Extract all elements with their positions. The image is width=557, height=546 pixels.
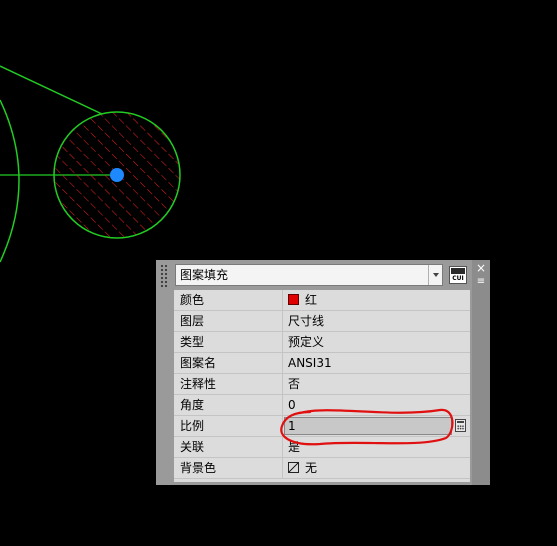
property-value[interactable]: 红 <box>288 290 466 310</box>
color-swatch-icon <box>288 294 299 305</box>
property-value[interactable]: 无 <box>288 458 466 478</box>
cui-label: CUI <box>452 275 464 282</box>
property-name: 注释性 <box>180 377 217 391</box>
property-name: 图案名 <box>180 356 217 370</box>
property-value[interactable]: ANSI31 <box>288 353 466 373</box>
properties-palette: 图案填充 CUI × ≡ 颜色 红 图层 尺寸线 类型 预定义 图案名 ANSI… <box>156 260 490 485</box>
property-row-pattern-name[interactable]: 图案名 ANSI31 <box>174 353 470 374</box>
property-name: 背景色 <box>180 461 217 475</box>
property-row-associative[interactable]: 关联 是 <box>174 437 470 458</box>
palette-titlebar[interactable]: × ≡ <box>472 260 490 485</box>
property-value[interactable]: 0 <box>288 395 466 415</box>
large-circle-arc-edge[interactable] <box>0 99 20 263</box>
property-value[interactable]: 是 <box>288 437 466 457</box>
property-row-annotative[interactable]: 注释性 否 <box>174 374 470 395</box>
no-fill-icon <box>288 462 299 473</box>
object-type-selector[interactable]: 图案填充 <box>175 264 443 286</box>
calculator-icon[interactable] <box>455 419 466 432</box>
property-name: 角度 <box>180 398 205 412</box>
close-icon[interactable]: × <box>476 262 486 274</box>
tangent-line[interactable] <box>0 65 103 115</box>
property-value[interactable]: 尺寸线 <box>288 311 466 331</box>
property-row-scale[interactable]: 比例 1 <box>174 416 470 437</box>
property-name: 比例 <box>180 419 205 433</box>
grip-dots-icon <box>160 264 168 288</box>
chevron-down-icon[interactable] <box>428 265 442 285</box>
property-grid: 颜色 红 图层 尺寸线 类型 预定义 图案名 ANSI31 注释性 否 角度 0… <box>174 290 470 482</box>
center-grip[interactable] <box>110 168 124 182</box>
palette-grip[interactable] <box>156 260 172 485</box>
scale-input[interactable]: 1 <box>284 417 452 435</box>
property-row-layer[interactable]: 图层 尺寸线 <box>174 311 470 332</box>
property-row-background-color[interactable]: 背景色 无 <box>174 458 470 479</box>
cui-icon <box>451 268 465 274</box>
menu-icon[interactable]: ≡ <box>476 276 486 288</box>
property-value-text: 红 <box>305 293 318 307</box>
cui-button[interactable]: CUI <box>449 266 467 284</box>
property-name: 图层 <box>180 314 205 328</box>
property-value-text: 无 <box>305 461 318 475</box>
property-value[interactable]: 预定义 <box>288 332 466 352</box>
property-name: 类型 <box>180 335 205 349</box>
property-value[interactable]: 否 <box>288 374 466 394</box>
property-name: 颜色 <box>180 293 205 307</box>
property-row-type[interactable]: 类型 预定义 <box>174 332 470 353</box>
property-name: 关联 <box>180 440 205 454</box>
property-row-angle[interactable]: 角度 0 <box>174 395 470 416</box>
object-type-label: 图案填充 <box>180 268 229 282</box>
property-row-color[interactable]: 颜色 红 <box>174 290 470 311</box>
